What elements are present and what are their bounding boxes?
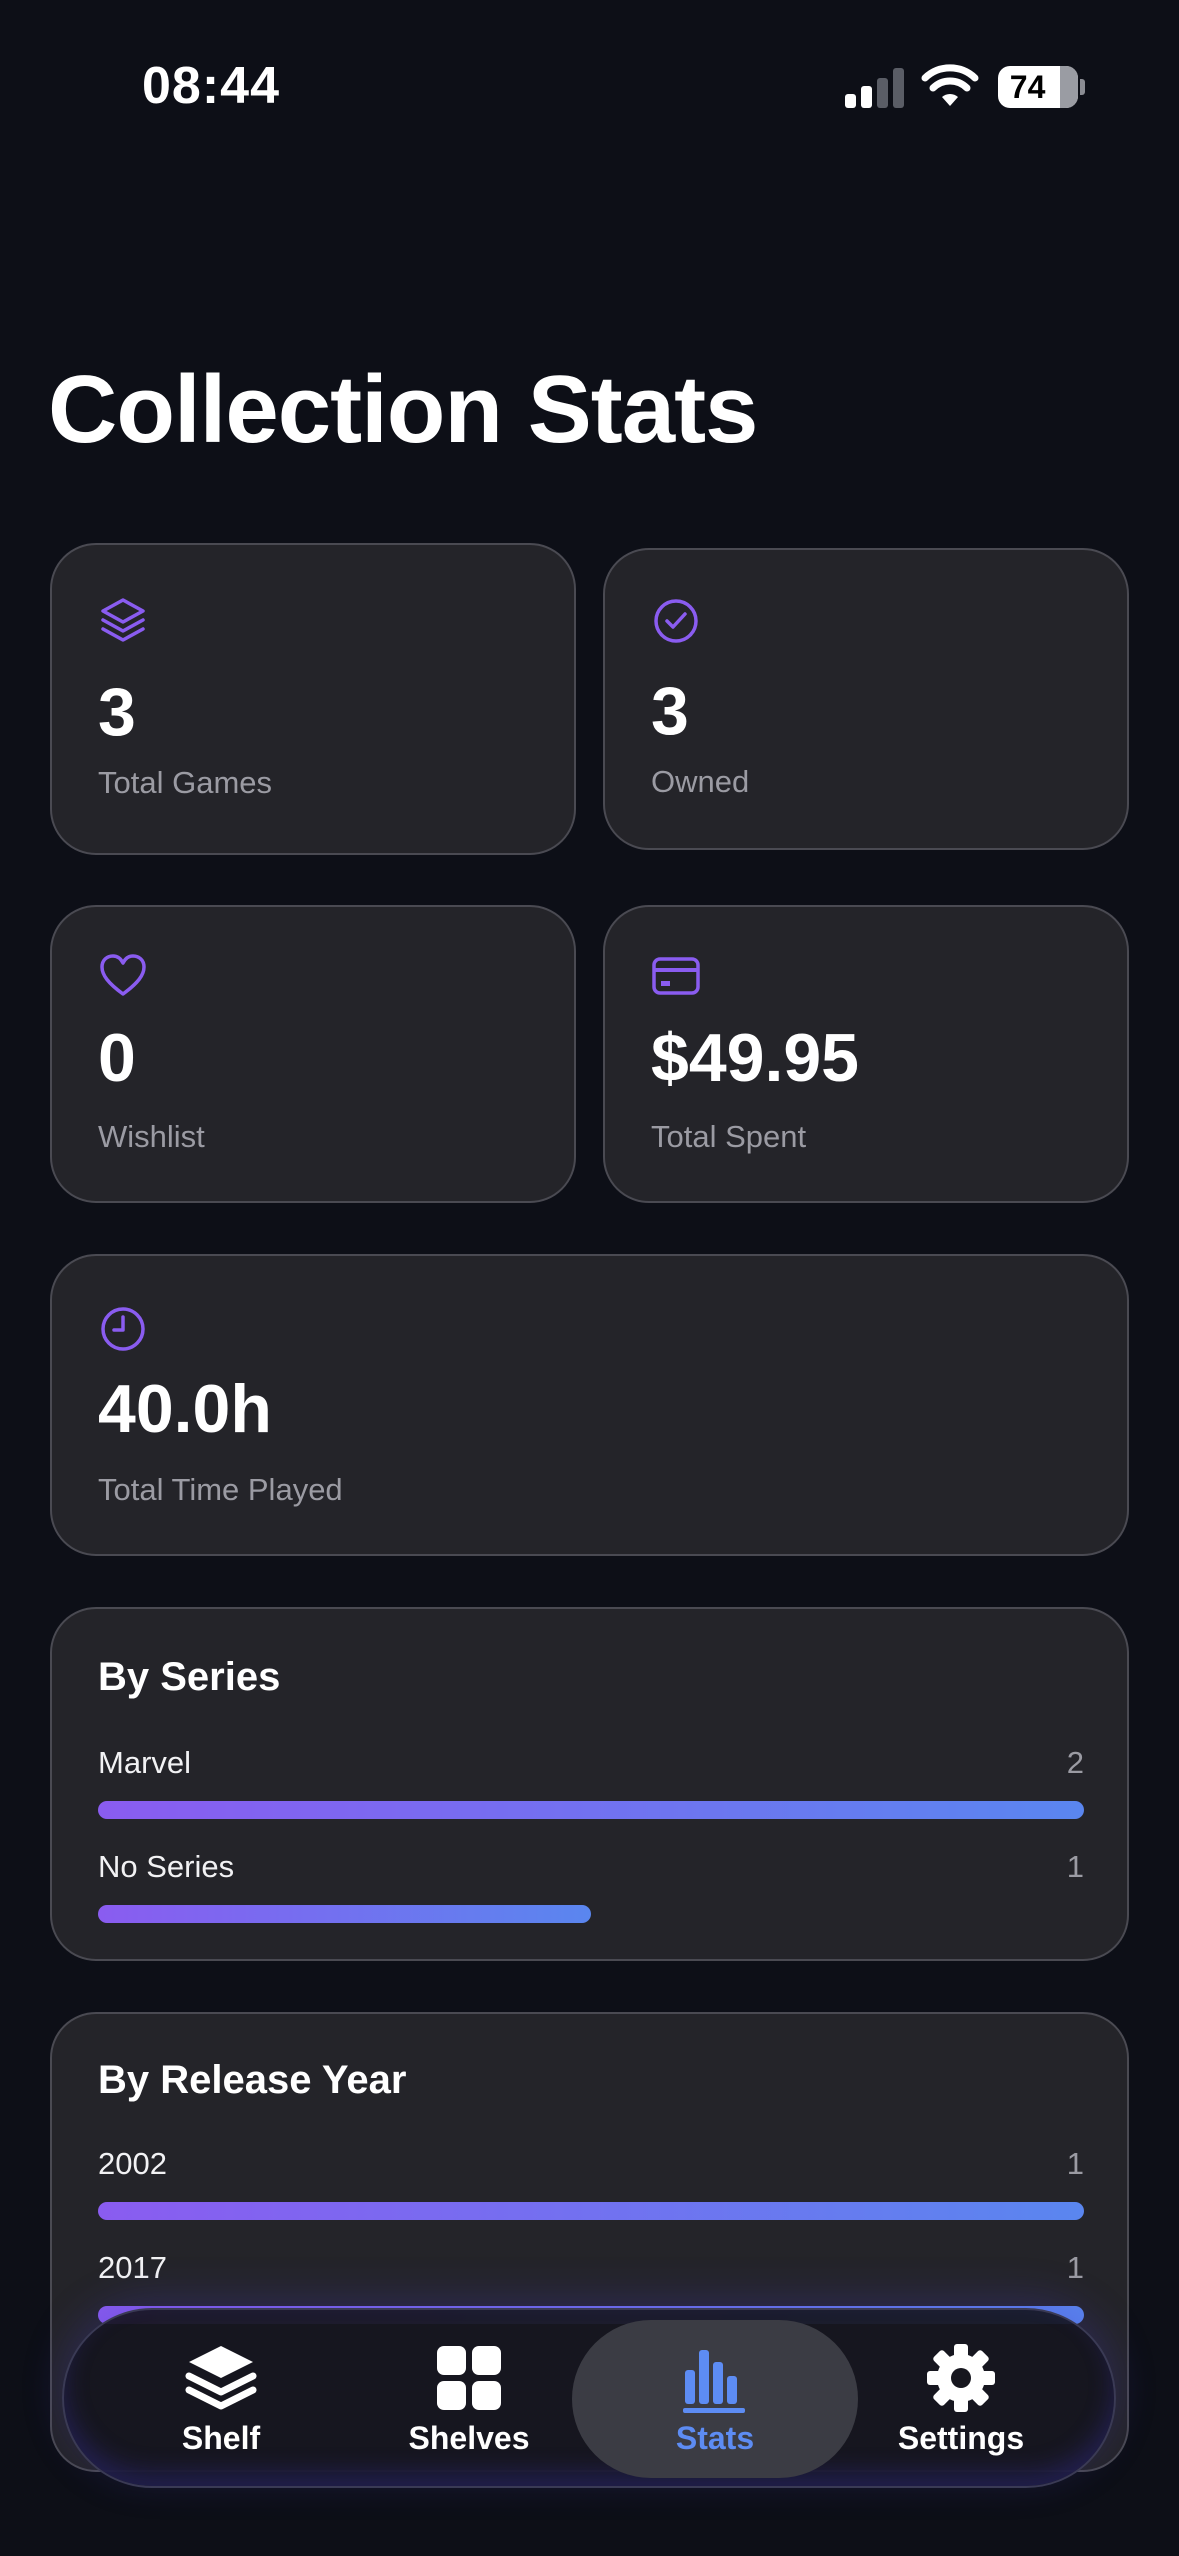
series-bar-track xyxy=(98,1905,1084,1923)
wishlist-card: 0 Wishlist xyxy=(50,905,576,1203)
status-time: 08:44 xyxy=(142,57,280,115)
series-count: 2 xyxy=(1066,1745,1084,1780)
series-bar-fill xyxy=(98,1905,591,1923)
cellular-signal-icon xyxy=(845,68,905,108)
year-bar-track xyxy=(98,2202,1084,2220)
battery-tip xyxy=(1080,79,1085,95)
tab-stats-label: Stats xyxy=(675,2420,755,2456)
by-series-title: By Series xyxy=(98,1655,281,1699)
battery-level: 74 xyxy=(1009,68,1046,105)
tab-shelf[interactable]: Shelf xyxy=(78,2320,364,2478)
total-games-card: 3 Total Games xyxy=(50,543,576,855)
series-bar-track xyxy=(98,1801,1084,1819)
heart-icon xyxy=(100,954,146,996)
total-spent-card: $49.95 Total Spent xyxy=(603,905,1129,1203)
total-games-value: 3 xyxy=(98,674,136,750)
tab-shelves[interactable]: Shelves xyxy=(326,2320,612,2478)
series-row: Marvel 2 xyxy=(98,1745,1084,1825)
series-row: No Series 1 xyxy=(98,1849,1084,1929)
year-bar-fill xyxy=(98,2202,1084,2220)
time-played-value: 40.0h xyxy=(98,1371,272,1447)
by-release-year-title: By Release Year xyxy=(98,2058,407,2102)
series-count: 1 xyxy=(1066,1849,1084,1884)
year-count: 1 xyxy=(1066,2250,1084,2285)
tab-bar: Shelf Shelves Stats Settings xyxy=(62,2308,1116,2488)
total-games-label: Total Games xyxy=(98,765,273,800)
year-row: 2002 1 xyxy=(98,2146,1084,2226)
year-label: 2017 xyxy=(98,2250,167,2285)
clock-icon xyxy=(101,1307,145,1351)
tab-shelf-label: Shelf xyxy=(181,2420,261,2456)
year-label: 2002 xyxy=(98,2146,167,2181)
status-bar: 08:44 74 xyxy=(0,0,1179,175)
time-played-card: 40.0h Total Time Played xyxy=(50,1254,1129,1556)
gear-icon xyxy=(927,2344,995,2412)
owned-label: Owned xyxy=(651,764,750,799)
wishlist-label: Wishlist xyxy=(98,1119,205,1154)
series-label: No Series xyxy=(98,1849,235,1884)
tab-shelves-label: Shelves xyxy=(408,2420,530,2456)
grid-icon xyxy=(437,2346,501,2410)
stack-icon xyxy=(185,2346,257,2410)
by-series-card: By Series Marvel 2 No Series 1 xyxy=(50,1607,1129,1961)
tab-stats[interactable]: Stats xyxy=(572,2320,858,2478)
wifi-icon xyxy=(921,64,979,106)
check-circle-icon xyxy=(654,599,698,643)
layers-icon xyxy=(101,598,145,642)
bar-chart-icon xyxy=(683,2350,745,2413)
total-spent-value: $49.95 xyxy=(651,1020,859,1096)
tab-settings[interactable]: Settings xyxy=(818,2320,1104,2478)
battery-icon: 74 xyxy=(998,66,1078,108)
page-title: Collection Stats xyxy=(48,356,758,463)
year-count: 1 xyxy=(1066,2146,1084,2181)
total-spent-label: Total Spent xyxy=(651,1119,807,1154)
credit-card-icon xyxy=(652,957,700,995)
time-played-label: Total Time Played xyxy=(98,1472,343,1507)
wishlist-value: 0 xyxy=(98,1020,136,1096)
series-label: Marvel xyxy=(98,1745,192,1780)
tab-settings-label: Settings xyxy=(897,2420,1025,2456)
owned-value: 3 xyxy=(651,673,689,749)
owned-card: 3 Owned xyxy=(603,548,1129,850)
series-bar-fill xyxy=(98,1801,1084,1819)
